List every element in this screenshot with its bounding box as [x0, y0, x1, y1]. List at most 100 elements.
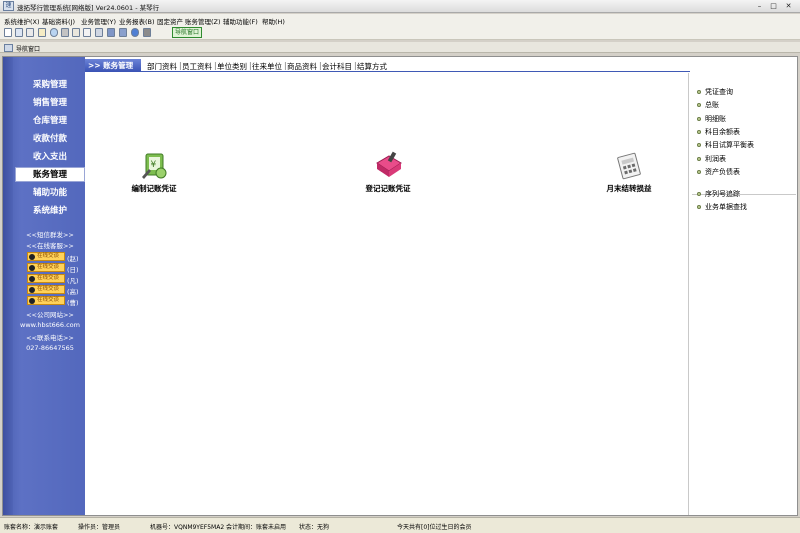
close-icon[interactable]: ✕ — [783, 1, 794, 11]
new-icon[interactable] — [4, 28, 12, 37]
qq-penguin-icon — [29, 298, 35, 304]
open-icon[interactable] — [15, 28, 23, 37]
qq-agent-name: (赵) — [67, 255, 79, 263]
link-label: 明细账 — [705, 115, 726, 123]
status-birthday: 今天共有[0]位过生日的会员 — [397, 524, 472, 531]
sidebar-item-purchase[interactable]: 采购管理 — [15, 78, 85, 93]
help-icon[interactable] — [131, 28, 139, 37]
link-general-ledger[interactable]: 总账 — [697, 100, 719, 110]
register-voucher-label: 登记记账凭证 — [365, 184, 411, 193]
link-document-search[interactable]: 业务单据查找 — [697, 202, 747, 212]
qq-chat-badge[interactable]: 在线交谈 — [27, 263, 65, 272]
qq-chat-badge[interactable]: 在线交谈 — [27, 274, 65, 283]
title-bar: 速 速拓琴行管理系统[网络版] Ver24.0601 - 某琴行 – □ ✕ — [0, 0, 800, 13]
nav-window-title: 导航窗口 — [16, 46, 41, 53]
database-icon[interactable] — [119, 28, 127, 37]
copy-icon[interactable] — [26, 28, 34, 37]
exit-icon[interactable] — [143, 28, 151, 37]
tab-employee[interactable]: 员工资料 — [182, 61, 212, 72]
qq-agent-name: (高) — [67, 288, 79, 296]
tab-unit-category[interactable]: 单位类别 — [217, 61, 247, 72]
menu-business-management[interactable]: 业务管理(Y) — [81, 16, 116, 26]
qq-chat-label: 在线交谈 — [37, 297, 60, 303]
qq-penguin-icon — [29, 254, 35, 260]
menu-help[interactable]: 帮助(H) — [262, 16, 285, 26]
company-website-link[interactable]: www.hbst666.com — [13, 321, 87, 329]
tab-products[interactable]: 商品资料 — [287, 61, 317, 72]
bullet-icon — [697, 117, 701, 121]
link-voucher-query[interactable]: 凭证查询 — [697, 87, 733, 97]
status-state: 状态：无狗 — [299, 524, 330, 531]
month-end-closing-button[interactable]: 月末结转损益 — [594, 151, 664, 194]
form-icon[interactable] — [83, 28, 91, 37]
window-title: 速拓琴行管理系统[网络版] Ver24.0601 - 某琴行 — [17, 4, 160, 12]
sms-broadcast-link[interactable]: <<短信群发>> — [13, 229, 87, 239]
save-icon[interactable] — [107, 28, 115, 37]
tab-accounting[interactable]: >> 账务管理 — [85, 59, 141, 72]
bullet-icon — [697, 130, 701, 134]
sidebar-edge — [3, 57, 13, 515]
bullet-icon — [697, 103, 701, 107]
qq-penguin-icon — [29, 276, 35, 282]
nav-window-icon — [4, 44, 13, 52]
bullet-icon — [697, 205, 701, 209]
qq-chat-badge[interactable]: 在线交谈 — [27, 252, 65, 261]
compose-voucher-button[interactable]: ¥ 编制记账凭证 — [119, 151, 189, 194]
tools-icon[interactable] — [61, 28, 69, 37]
sidebar-item-accounting[interactable]: 账务管理 — [15, 167, 85, 182]
maximize-icon[interactable]: □ — [768, 1, 779, 11]
tab-settlement[interactable]: 结算方式 — [357, 61, 387, 72]
app-logo-icon: 速 — [3, 1, 14, 11]
sidebar-item-receipts[interactable]: 收款付款 — [15, 132, 85, 147]
menu-basic-data[interactable]: 基础资料(J) — [42, 16, 75, 26]
minimize-icon[interactable]: – — [754, 1, 765, 11]
user-icon[interactable] — [50, 28, 58, 37]
bullet-icon — [697, 143, 701, 147]
tab-contacts[interactable]: 往来单位 — [252, 61, 282, 72]
tab-department[interactable]: 部门资料 — [147, 61, 177, 72]
link-serial-tracking[interactable]: 序列号追踪 — [697, 189, 740, 199]
month-end-closing-label: 月末结转损益 — [606, 184, 652, 193]
link-label: 科目余额表 — [705, 128, 740, 136]
menu-auxiliary[interactable]: 辅助功能(F) — [223, 16, 258, 26]
bullet-icon — [697, 90, 701, 94]
tab-account-subjects[interactable]: 会计科目 — [322, 61, 352, 72]
compose-voucher-label: 编制记账凭证 — [131, 184, 177, 193]
link-label: 资产负债表 — [705, 168, 740, 176]
search-icon[interactable] — [72, 28, 80, 37]
link-trial-balance[interactable]: 科目试算平衡表 — [697, 140, 754, 150]
compose-voucher-icon: ¥ — [137, 151, 171, 181]
sidebar-item-auxiliary[interactable]: 辅助功能 — [15, 186, 85, 201]
link-label: 业务单据查找 — [705, 203, 747, 211]
qq-agent-name: (日) — [67, 266, 79, 274]
menu-fixed-assets[interactable]: 固定资产 — [157, 16, 183, 26]
link-label: 利润表 — [705, 155, 726, 163]
sidebar-item-system[interactable]: 系统维护 — [15, 204, 85, 219]
list-icon[interactable] — [38, 28, 46, 37]
qq-penguin-icon — [29, 265, 35, 271]
qq-chat-label: 在线交谈 — [37, 286, 60, 292]
nav-window-button[interactable]: 导航窗口 — [172, 27, 202, 38]
menu-accounting[interactable]: 账务管理(Z) — [185, 16, 221, 26]
register-voucher-button[interactable]: 登记记账凭证 — [353, 151, 423, 194]
sidebar-item-income[interactable]: 收入支出 — [15, 150, 85, 165]
sidebar-item-warehouse[interactable]: 仓库管理 — [15, 114, 85, 129]
qq-chat-label: 在线交谈 — [37, 275, 60, 281]
qq-chat-badge[interactable]: 在线交谈 — [27, 296, 65, 305]
sidebar-item-sales[interactable]: 销售管理 — [15, 96, 85, 111]
menu-system-maintenance[interactable]: 系统维护(X) — [4, 16, 40, 26]
link-income-statement[interactable]: 利润表 — [697, 154, 726, 164]
link-label: 总账 — [705, 101, 719, 109]
online-service-title: <<在线客服>> — [26, 242, 74, 250]
menu-business-reports[interactable]: 业务报表(B) — [119, 16, 155, 26]
nav-window-titlebar: 导航窗口 — [0, 42, 800, 53]
link-balance-sheet[interactable]: 资产负债表 — [697, 167, 740, 177]
print-icon[interactable] — [95, 28, 103, 37]
qq-chat-badge[interactable]: 在线交谈 — [27, 285, 65, 294]
link-label: 凭证查询 — [705, 88, 733, 96]
workspace: ¥ 编制记账凭证 登记记账凭证 月末结转损益 — [85, 73, 688, 515]
link-account-balance[interactable]: 科目余额表 — [697, 127, 740, 137]
bullet-icon — [697, 157, 701, 161]
link-detail-ledger[interactable]: 明细账 — [697, 114, 726, 124]
menu-bar: 系统维护(X) 基础资料(J) 业务管理(Y) 业务报表(B) 固定资产 账务管… — [0, 14, 800, 26]
